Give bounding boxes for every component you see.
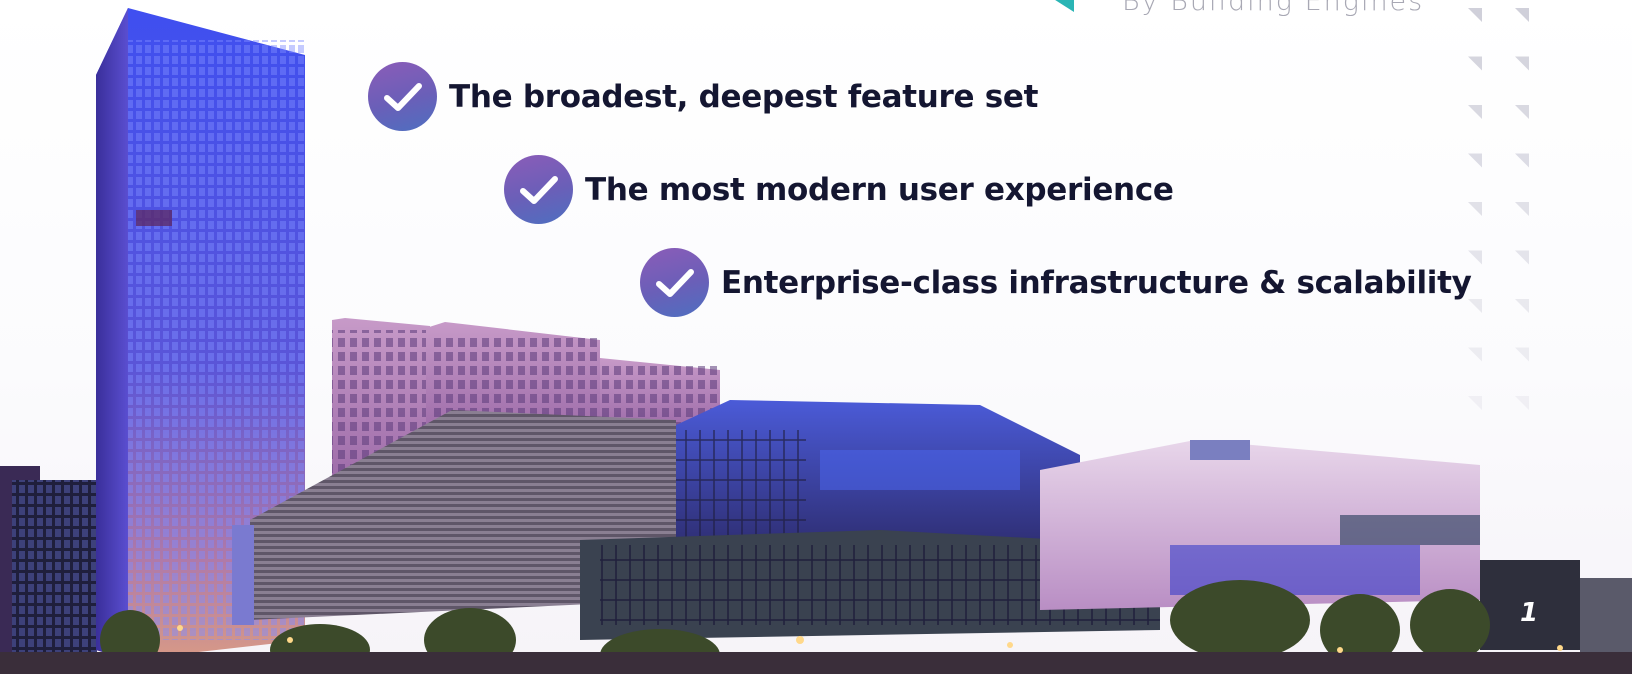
triangle-mark: [1468, 202, 1482, 216]
slide: By Building Engines The broadest, deepes…: [0, 0, 1632, 674]
triangle-mark: [1515, 396, 1529, 410]
feature-text: The most modern user experience: [585, 171, 1174, 208]
triangle-mark: [1468, 56, 1482, 71]
triangle-mark: [1468, 8, 1482, 22]
triangle-mark: [1515, 347, 1529, 362]
check-icon: [368, 62, 437, 131]
check-icon: [504, 155, 573, 224]
triangle-mark: [1468, 105, 1482, 119]
decorative-triangle-pattern: [1468, 8, 1529, 410]
feature-bullet-2: The most modern user experience: [504, 155, 1174, 224]
feature-text: Enterprise-class infrastructure & scalab…: [721, 264, 1472, 301]
feature-text: The broadest, deepest feature set: [449, 78, 1039, 115]
brand-tagline: By Building Engines: [1122, 0, 1425, 17]
feature-bullet-1: The broadest, deepest feature set: [368, 62, 1038, 131]
triangle-mark: [1468, 347, 1482, 362]
triangle-mark: [1515, 153, 1529, 168]
feature-bullet-3: Enterprise-class infrastructure & scalab…: [640, 248, 1472, 317]
triangle-mark: [1515, 250, 1529, 265]
triangle-mark: [1468, 153, 1482, 168]
page-number: 1: [1520, 598, 1539, 628]
triangle-mark: [1515, 56, 1529, 71]
triangle-mark: [1515, 8, 1529, 22]
triangle-mark: [1515, 299, 1529, 313]
triangle-mark: [1515, 202, 1529, 216]
triangle-mark: [1468, 396, 1482, 410]
triangle-mark: [1515, 105, 1529, 119]
check-icon: [640, 248, 709, 317]
logo-fragment: [1052, 0, 1074, 12]
